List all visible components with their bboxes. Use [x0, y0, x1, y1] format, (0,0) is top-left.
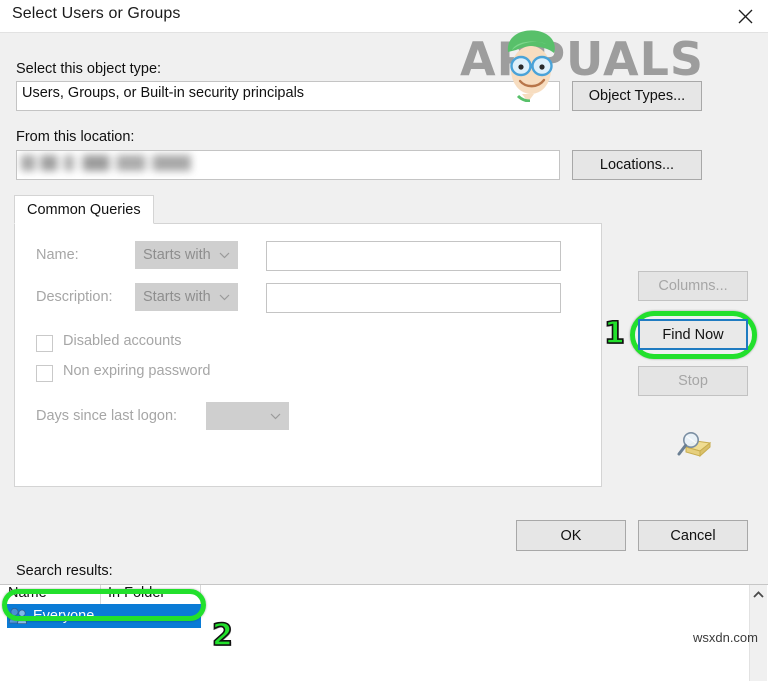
chevron-down-icon: [219, 252, 230, 259]
description-label: Description:: [36, 289, 113, 305]
name-operator-value: Starts with: [143, 247, 211, 263]
result-row-name: Everyone: [33, 608, 95, 624]
users-group-icon: [8, 608, 28, 624]
dialog-body: Select this object type: Users, Groups, …: [0, 32, 768, 682]
column-divider[interactable]: [200, 585, 201, 605]
non-expiring-password-checkbox[interactable]: [36, 365, 53, 382]
ok-button[interactable]: OK: [516, 520, 626, 551]
object-types-button[interactable]: Object Types...: [572, 81, 702, 111]
search-results-header: Name In Folder: [0, 585, 740, 605]
magnifier-folder-icon: [677, 432, 712, 458]
description-value-input[interactable]: [266, 283, 561, 313]
chevron-up-icon: [753, 590, 764, 598]
close-button[interactable]: [722, 0, 768, 32]
chevron-down-icon: [270, 413, 281, 420]
scroll-up-button[interactable]: [750, 585, 767, 603]
location-input[interactable]: [16, 150, 560, 180]
object-type-label: Select this object type:: [16, 61, 162, 77]
non-expiring-password-label: Non expiring password: [63, 363, 211, 379]
description-operator-value: Starts with: [143, 289, 211, 305]
column-divider[interactable]: [100, 585, 101, 605]
stop-button[interactable]: Stop: [638, 366, 748, 396]
days-since-last-logon-dropdown[interactable]: [206, 402, 289, 430]
locations-button[interactable]: Locations...: [572, 150, 702, 180]
search-results-panel: Name In Folder Everyone: [0, 584, 768, 682]
column-header-name[interactable]: Name: [8, 585, 47, 601]
annotation-number-2: 2: [211, 617, 233, 654]
name-value-input[interactable]: [266, 241, 561, 271]
disabled-accounts-checkbox[interactable]: [36, 335, 53, 352]
cancel-button[interactable]: Cancel: [638, 520, 748, 551]
description-operator-dropdown[interactable]: Starts with: [135, 283, 238, 311]
name-operator-dropdown[interactable]: Starts with: [135, 241, 238, 269]
columns-button[interactable]: Columns...: [638, 271, 748, 301]
days-since-last-logon-label: Days since last logon:: [36, 408, 178, 424]
chevron-down-icon: [219, 294, 230, 301]
site-watermark: wsxdn.com: [692, 630, 758, 645]
location-value-redacted: [21, 155, 191, 171]
tab-common-queries[interactable]: Common Queries: [14, 195, 154, 224]
object-type-input[interactable]: Users, Groups, or Built-in security prin…: [16, 81, 560, 111]
disabled-accounts-label: Disabled accounts: [63, 333, 182, 349]
location-label: From this location:: [16, 129, 135, 145]
close-icon: [738, 9, 752, 23]
annotation-number-1: 1: [603, 315, 625, 352]
find-now-button[interactable]: Find Now: [638, 319, 748, 350]
search-results-label: Search results:: [16, 563, 113, 579]
tab-strip: Common Queries: [14, 195, 602, 225]
common-queries-panel: Name: Starts with Description: Starts wi…: [14, 223, 602, 487]
title-bar: Select Users or Groups: [0, 0, 768, 33]
result-row-everyone[interactable]: Everyone: [7, 604, 201, 628]
column-header-in-folder[interactable]: In Folder: [108, 585, 165, 601]
window-title: Select Users or Groups: [12, 5, 181, 22]
name-label: Name:: [36, 247, 79, 263]
